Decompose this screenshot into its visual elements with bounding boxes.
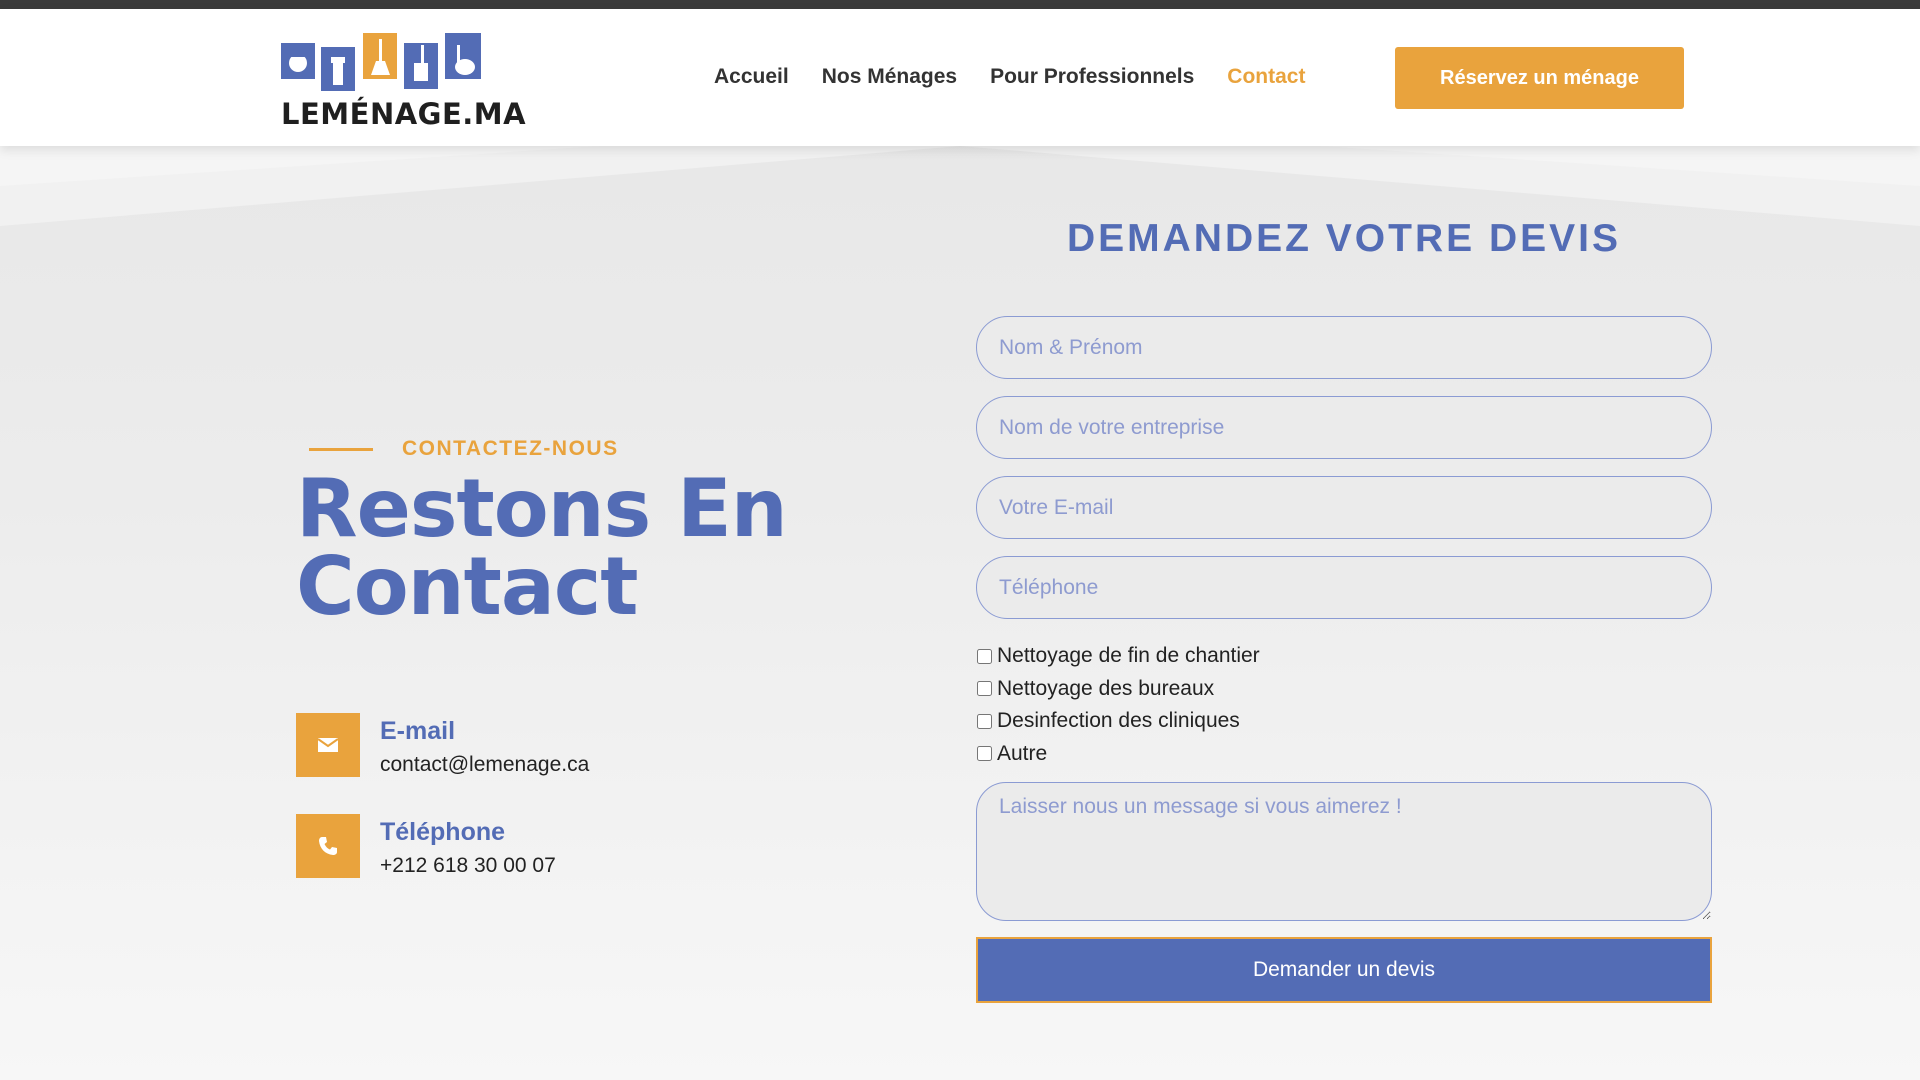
message-field[interactable] xyxy=(976,782,1712,921)
book-cleaning-button[interactable]: Réservez un ménage xyxy=(1395,47,1684,109)
logo-wordmark: LEMÉNAGE.MA xyxy=(281,97,527,131)
quote-form-title: DEMANDEZ VOTRE DEVIS xyxy=(1066,217,1622,260)
phone-title: Téléphone xyxy=(380,818,506,846)
option-fin-de-chantier-checkbox[interactable] xyxy=(977,648,992,664)
envelope-icon xyxy=(296,713,360,777)
company-field[interactable] xyxy=(976,396,1712,459)
option-bureaux[interactable]: Nettoyage des bureaux xyxy=(976,673,1260,706)
service-options: Nettoyage de fin de chantier Nettoyage d… xyxy=(976,640,1260,770)
option-autre[interactable]: Autre xyxy=(976,738,1260,771)
option-fin-de-chantier[interactable]: Nettoyage de fin de chantier xyxy=(976,640,1260,673)
name-field[interactable] xyxy=(976,316,1712,379)
site-logo[interactable]: LEMÉNAGE.MA xyxy=(281,33,526,133)
kicker-divider xyxy=(309,448,373,451)
logo-cleaning-icons xyxy=(281,33,481,91)
email-field[interactable] xyxy=(976,476,1712,539)
nav-item-contact[interactable]: Contact xyxy=(1227,65,1305,105)
option-autre-checkbox[interactable] xyxy=(977,746,992,762)
contact-kicker: CONTACTEZ-NOUS xyxy=(402,437,619,460)
phone-icon xyxy=(296,814,360,878)
phone-value[interactable]: +212 618 30 00 07 xyxy=(380,854,556,878)
nav-item-pour-professionnels[interactable]: Pour Professionnels xyxy=(990,65,1194,105)
site-header: LEMÉNAGE.MA Accueil Nos Ménages Pour Pro… xyxy=(0,9,1920,146)
option-label: Desinfection des cliniques xyxy=(997,709,1240,733)
nav-item-nos-menages[interactable]: Nos Ménages xyxy=(822,65,957,105)
option-cliniques-checkbox[interactable] xyxy=(977,713,992,729)
contact-heading: Restons En Contact xyxy=(296,462,788,633)
nav-item-accueil[interactable]: Accueil xyxy=(714,65,789,105)
request-quote-button[interactable]: Demander un devis xyxy=(976,937,1712,1003)
option-cliniques[interactable]: Desinfection des cliniques xyxy=(976,705,1260,738)
option-bureaux-checkbox[interactable] xyxy=(977,681,992,697)
option-label: Nettoyage des bureaux xyxy=(997,676,1215,700)
option-label: Autre xyxy=(997,741,1048,765)
email-title: E-mail xyxy=(380,717,456,745)
top-bar xyxy=(0,0,1920,9)
main-nav: Accueil Nos Ménages Pour Professionnels … xyxy=(714,65,1338,105)
phone-field[interactable] xyxy=(976,556,1712,619)
email-value[interactable]: contact@lemenage.ca xyxy=(380,753,589,777)
option-label: Nettoyage de fin de chantier xyxy=(997,644,1260,668)
